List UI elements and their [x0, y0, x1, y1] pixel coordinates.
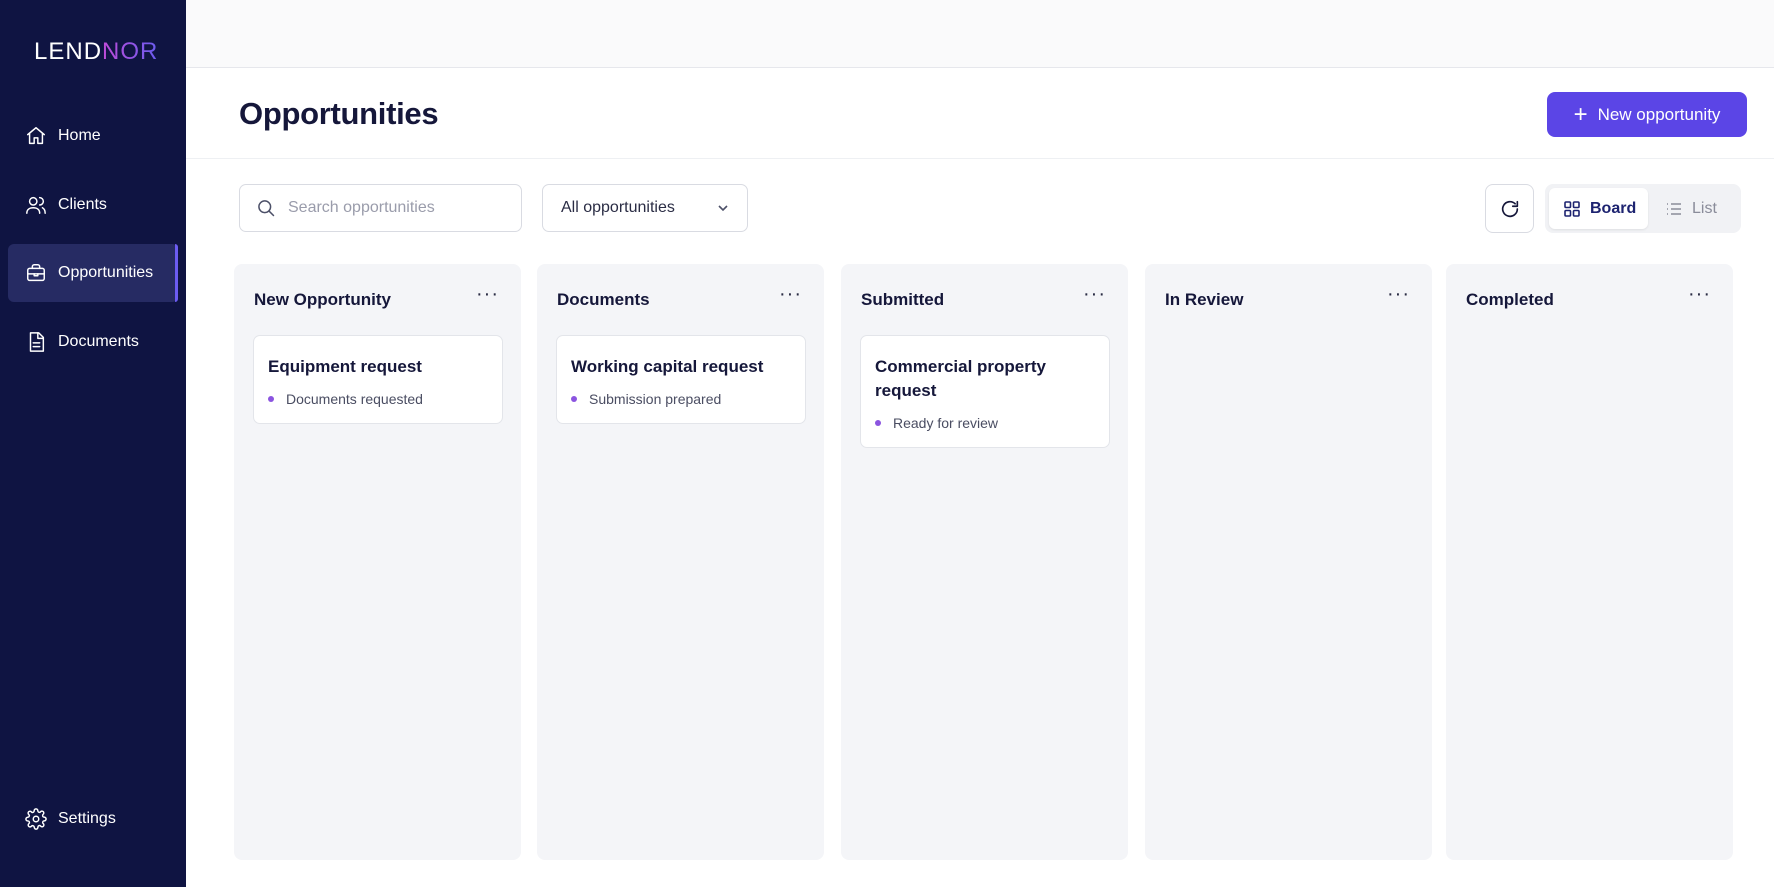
grid-icon	[1564, 200, 1580, 217]
card-status: Documents requested	[268, 391, 488, 407]
sidebar-item-settings[interactable]: Settings	[8, 790, 178, 848]
status-dot	[875, 420, 881, 426]
card-title: Equipment request	[268, 357, 422, 376]
opportunity-card[interactable]: Equipment request Documents requested	[253, 335, 503, 424]
sidebar-item-clients[interactable]: Clients	[8, 176, 178, 234]
sidebar-item-label: Documents	[58, 333, 139, 350]
opportunity-filter-select[interactable]: All opportunities	[542, 184, 748, 232]
chevron-down-icon	[718, 205, 728, 212]
column-menu-icon[interactable]: ···	[1387, 284, 1410, 304]
sidebar-item-opportunities[interactable]: Opportunities	[8, 244, 178, 302]
column-menu-icon[interactable]: ···	[779, 284, 802, 304]
home-icon	[24, 124, 48, 148]
status-dot	[268, 396, 274, 402]
card-title: Working capital request	[571, 357, 764, 376]
column-menu-icon[interactable]: ···	[1688, 284, 1711, 304]
column-menu-icon[interactable]: ···	[1083, 284, 1106, 304]
search-input[interactable]	[288, 199, 508, 217]
column-title: In Review	[1165, 290, 1244, 309]
sidebar-item-label: Clients	[58, 196, 107, 213]
refresh-button[interactable]	[1485, 184, 1534, 233]
sidebar-item-label: Opportunities	[58, 264, 154, 281]
plus-icon: +	[1573, 100, 1588, 128]
refresh-icon	[1501, 200, 1518, 217]
column-title: Submitted	[861, 290, 945, 309]
board-column-new-opportunity: New Opportunity ··· Equipment request Do…	[234, 264, 521, 860]
column-title: Completed	[1466, 290, 1554, 309]
app-logo[interactable]: LENDNOR	[34, 38, 158, 66]
view-board-button[interactable]: Board	[1549, 188, 1648, 229]
card-status: Ready for review	[875, 415, 1095, 431]
column-menu-icon[interactable]: ···	[476, 284, 499, 304]
card-title: Commercial property request	[875, 357, 1046, 400]
board-column-completed: Completed ···	[1446, 264, 1733, 860]
list-icon	[1667, 202, 1681, 215]
gear-icon	[24, 807, 48, 831]
filter-selected-value: All opportunities	[561, 199, 675, 216]
sidebar-item-label: Settings	[58, 810, 116, 827]
board-column-submitted: Submitted ··· Commercial property reques…	[841, 264, 1128, 860]
view-list-button[interactable]: List	[1665, 188, 1737, 229]
sidebar-item-documents[interactable]: Documents	[8, 313, 178, 371]
sidebar: LENDNOR Home Clients Opportunities Docum…	[0, 0, 186, 887]
opportunity-card[interactable]: Working capital request Submission prepa…	[556, 335, 806, 424]
page-title: Opportunities	[239, 96, 439, 131]
board-column-documents: Documents ··· Working capital request Su…	[537, 264, 824, 860]
column-title: Documents	[557, 290, 650, 309]
briefcase-icon	[24, 261, 48, 285]
card-status: Submission prepared	[571, 391, 791, 407]
status-dot	[571, 396, 577, 402]
opportunity-card[interactable]: Commercial property request Ready for re…	[860, 335, 1110, 448]
view-toggle: Board List	[1545, 184, 1741, 233]
sidebar-item-home[interactable]: Home	[8, 107, 178, 165]
column-title: New Opportunity	[254, 290, 391, 309]
users-icon	[24, 193, 48, 217]
document-icon	[24, 330, 48, 354]
board-column-in-review: In Review ···	[1145, 264, 1432, 860]
new-opportunity-button[interactable]: + New opportunity	[1547, 92, 1747, 137]
top-bar	[186, 0, 1774, 68]
sidebar-item-label: Home	[58, 127, 101, 144]
search-icon	[258, 200, 275, 217]
search-box	[239, 184, 522, 232]
